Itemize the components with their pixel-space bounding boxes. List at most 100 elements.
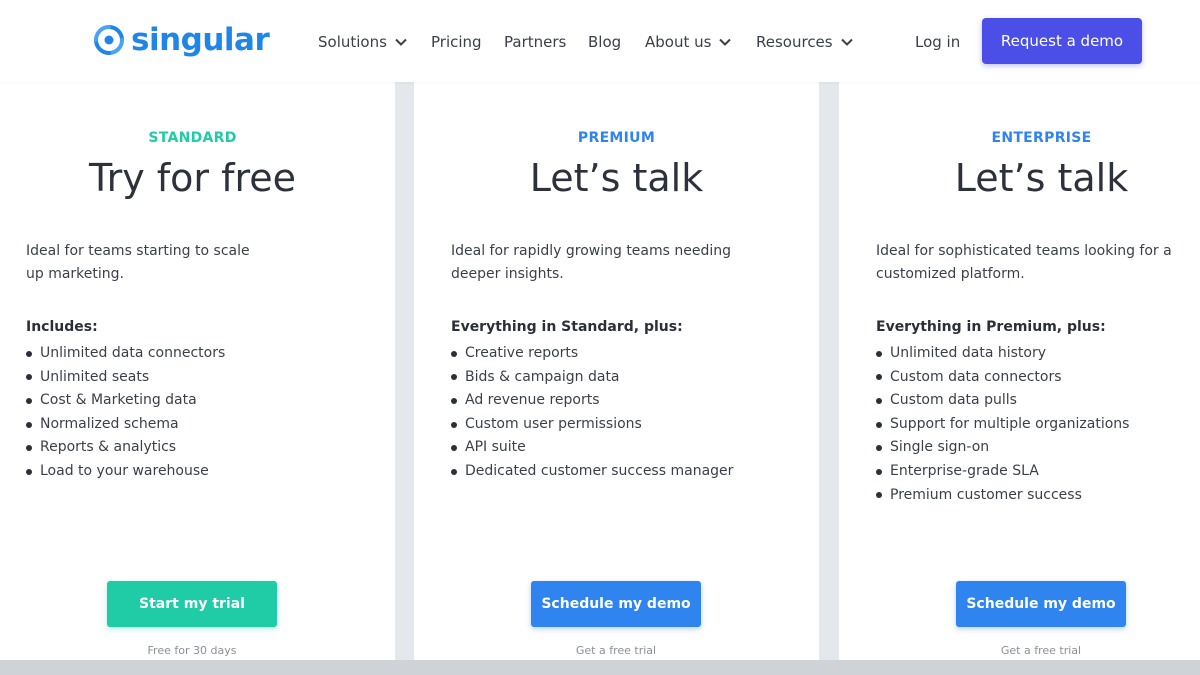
description-line: deeper insights. [451,266,564,282]
plan-headline: Try for free [88,156,297,200]
bullet-icon [451,397,457,404]
includes-title: Everything in Premium, plus: [876,319,1106,335]
nav-item-solutions[interactable]: Solutions [318,31,407,53]
nav-label: Partners [504,33,567,51]
feature-item: Custom data pulls [876,389,1129,413]
feature-item: Unlimited data connectors [26,342,225,366]
feature-text: Unlimited data connectors [40,345,226,361]
feature-item: Dedicated customer success manager [451,460,733,484]
bullet-icon [876,468,882,475]
bullet-icon [876,421,882,428]
description-line: customized platform. [876,266,1025,282]
plan-tier: STANDARD [148,130,237,146]
chevron-down-icon [395,38,407,46]
plan-note: Get a free trial [575,644,657,657]
bullet-icon [451,374,457,381]
feature-text: Custom data connectors [890,368,1062,385]
site-header: singular Solutions Pricing Partners Blog… [0,0,1200,82]
feature-text: Enterprise-grade SLA [890,462,1039,479]
bullet-icon [26,468,32,475]
plan-description: Ideal for teams starting to scale up mar… [26,240,250,286]
feature-text: Unlimited data history [890,345,1047,361]
feature-text: Ad revenue reports [465,392,600,409]
start-trial-button[interactable]: Start my trial [107,581,277,627]
login-label: Log in [915,33,961,51]
plan-description: Ideal for sophisticated teams looking fo… [876,240,1172,286]
feature-item: Ad revenue reports [451,389,733,413]
bullet-icon [26,350,32,357]
nav-label: Solutions [318,33,387,51]
description-line: Ideal for teams starting to scale [26,243,250,259]
feature-list: Creative reports Bids & campaign data Ad… [451,342,733,484]
feature-item: Support for multiple organizations [876,413,1129,437]
description-line: Ideal for sophisticated teams looking fo… [876,243,1172,259]
feature-text: Normalized schema [40,415,179,432]
includes-title: Everything in Standard, plus: [451,319,683,335]
bullet-icon [451,445,457,452]
plan-card-standard: STANDARD Try for free Ideal for teams st… [0,82,395,675]
nav-label: Pricing [431,33,482,51]
feature-list: Unlimited data connectors Unlimited seat… [26,342,225,484]
feature-item: Custom user permissions [451,413,733,437]
plan-tier: PREMIUM [577,130,656,146]
chevron-down-icon [840,38,853,46]
bullet-icon [876,492,882,499]
description-line: up marketing. [26,266,124,282]
horizontal-scrollbar[interactable] [0,660,1200,675]
nav-item-partners[interactable]: Partners [504,31,566,53]
feature-item: Unlimited seats [26,366,225,390]
nav-label: Blog [588,33,622,51]
bullet-icon [451,350,457,357]
bullet-icon [876,397,882,404]
bullet-icon [876,445,882,452]
description-line: Ideal for rapidly growing teams needing [451,243,732,259]
bullet-icon [26,445,32,452]
feature-list: Unlimited data history Custom data conne… [876,342,1129,507]
feature-item: Normalized schema [26,413,225,437]
bullet-icon [26,397,32,404]
plan-headline: Let’s talk [954,156,1129,200]
includes-title: Includes: [26,319,98,335]
bullet-icon [26,374,32,381]
feature-item: API suite [451,436,733,460]
nav-label: About us [645,33,712,51]
plan-tier: ENTERPRISE [991,130,1092,146]
chevron-down-icon [719,38,732,46]
feature-text: Load to your warehouse [40,462,209,479]
nav-label: Resources [756,33,833,51]
plan-headline: Let’s talk [529,156,704,200]
nav-item-pricing[interactable]: Pricing [431,31,482,53]
request-demo-button[interactable]: Request a demo [982,18,1142,64]
feature-text: API suite [465,439,526,456]
schedule-demo-button[interactable]: Schedule my demo [531,581,701,627]
nav-item-resources[interactable]: Resources [756,31,853,53]
feature-text: Unlimited seats [40,368,150,385]
schedule-demo-button[interactable]: Schedule my demo [956,581,1126,627]
feature-text: Reports & analytics [40,439,177,456]
feature-text: Custom user permissions [465,415,642,432]
login-link[interactable]: Log in [915,31,960,53]
bullet-icon [451,421,457,428]
feature-item: Creative reports [451,342,733,366]
feature-item: Enterprise-grade SLA [876,460,1129,484]
nav-item-blog[interactable]: Blog [588,31,621,53]
bullet-icon [26,421,32,428]
plan-note: Free for 30 days [147,644,237,657]
nav-item-about-us[interactable]: About us [645,31,732,53]
feature-text: Custom data pulls [890,392,1017,409]
plan-card-enterprise: ENTERPRISE Let’s talk Ideal for sophisti… [839,82,1200,675]
feature-text: Creative reports [465,345,579,361]
feature-text: Single sign-on [890,439,990,456]
bullet-icon [451,468,457,475]
feature-text: Bids & campaign data [465,368,620,385]
bullet-icon [876,350,882,357]
feature-item: Unlimited data history [876,342,1129,366]
feature-item: Reports & analytics [26,436,225,460]
feature-item: Bids & campaign data [451,366,733,390]
feature-item: Load to your warehouse [26,460,225,484]
feature-text: Premium customer success [890,486,1082,503]
bullet-icon [876,374,882,381]
feature-item: Custom data connectors [876,366,1129,390]
plan-card-premium: PREMIUM Let’s talk Ideal for rapidly gro… [414,82,819,675]
feature-text: Support for multiple organizations [890,415,1130,432]
